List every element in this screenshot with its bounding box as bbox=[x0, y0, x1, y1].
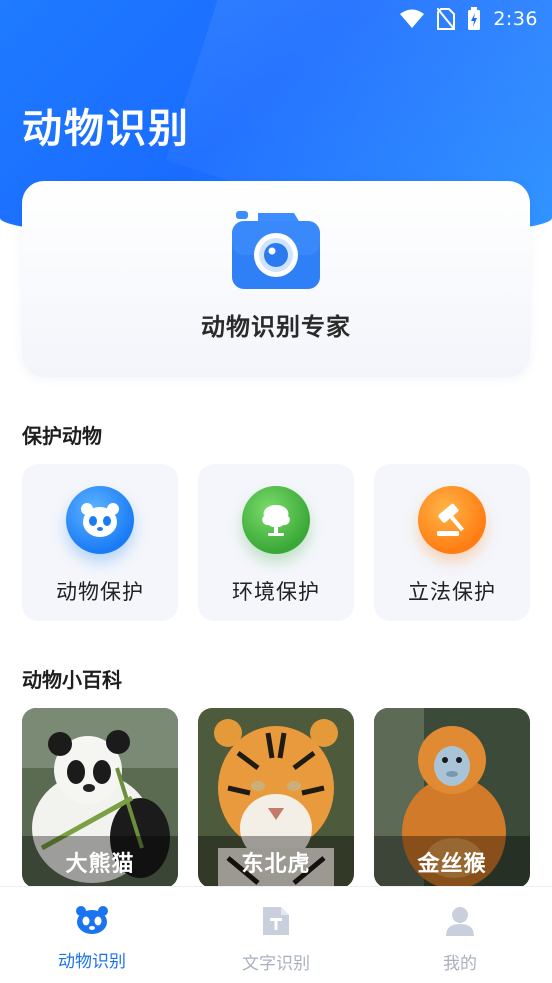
panda-icon bbox=[66, 486, 134, 554]
camera-icon bbox=[230, 209, 322, 295]
status-time: 2:36 bbox=[493, 8, 538, 30]
wifi-icon bbox=[399, 9, 425, 29]
protect-section-title: 保护动物 bbox=[22, 424, 102, 448]
status-bar: 2:36 bbox=[0, 0, 552, 38]
wiki-item-tiger[interactable]: 东北虎 bbox=[198, 708, 354, 888]
gavel-icon bbox=[418, 486, 486, 554]
nav-tab-label: 动物识别 bbox=[58, 952, 126, 972]
person-icon bbox=[444, 905, 476, 941]
page-title: 动物识别 bbox=[22, 106, 190, 152]
protect-item-animal[interactable]: 动物保护 bbox=[22, 464, 178, 621]
nav-tab-animal-recognition[interactable]: 动物识别 bbox=[0, 887, 184, 983]
camera-recognize-card[interactable]: 动物识别专家 bbox=[22, 181, 530, 377]
protect-item-label: 立法保护 bbox=[408, 580, 496, 604]
wiki-item-label: 东北虎 bbox=[198, 836, 354, 888]
protect-list: 动物保护 环境保护 立法保护 bbox=[22, 464, 530, 621]
panda-face-icon bbox=[75, 905, 109, 939]
wiki-item-panda[interactable]: 大熊猫 bbox=[22, 708, 178, 888]
bottom-nav: 动物识别 文字识别 我的 bbox=[0, 886, 552, 983]
protect-item-environment[interactable]: 环境保护 bbox=[198, 464, 354, 621]
nav-tab-label: 我的 bbox=[443, 954, 477, 974]
camera-card-label: 动物识别专家 bbox=[201, 313, 351, 341]
protect-item-label: 环境保护 bbox=[232, 580, 320, 604]
nav-tab-label: 文字识别 bbox=[242, 954, 310, 974]
battery-charging-icon bbox=[467, 7, 481, 31]
wiki-list: 大熊猫 东北虎 金丝猴 bbox=[22, 708, 530, 888]
protect-item-legislation[interactable]: 立法保护 bbox=[374, 464, 530, 621]
no-sim-icon bbox=[437, 8, 456, 30]
protect-item-label: 动物保护 bbox=[56, 580, 144, 604]
nav-tab-text-recognition[interactable]: 文字识别 bbox=[184, 887, 368, 983]
wiki-item-label: 大熊猫 bbox=[22, 836, 178, 888]
text-doc-icon bbox=[261, 905, 291, 941]
tree-icon bbox=[242, 486, 310, 554]
wiki-section-title: 动物小百科 bbox=[22, 668, 122, 692]
nav-tab-profile[interactable]: 我的 bbox=[368, 887, 552, 983]
wiki-item-label: 金丝猴 bbox=[374, 836, 530, 888]
wiki-item-golden-monkey[interactable]: 金丝猴 bbox=[374, 708, 530, 888]
